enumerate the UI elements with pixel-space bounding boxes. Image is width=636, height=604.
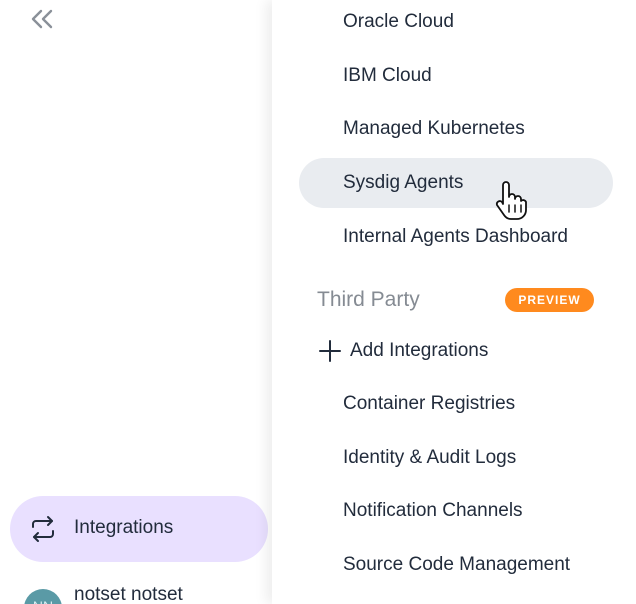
- section-title-third-party: Third Party: [317, 288, 420, 311]
- add-integrations-label: Add Integrations: [350, 340, 489, 361]
- preview-badge: PREVIEW: [505, 288, 594, 312]
- nav-item-integrations[interactable]: Integrations: [10, 496, 268, 562]
- menu-item-internal-agents-dashboard[interactable]: Internal Agents Dashboard: [343, 226, 568, 248]
- menu-item-oracle-cloud[interactable]: Oracle Cloud: [343, 11, 454, 33]
- add-integrations-button[interactable]: Add Integrations: [318, 338, 488, 364]
- double-chevron-left-icon: [31, 9, 53, 29]
- menu-item-sysdig-agents[interactable]: Sysdig Agents: [343, 172, 463, 194]
- menu-item-identity-audit-logs[interactable]: Identity & Audit Logs: [343, 447, 516, 469]
- menu-item-notification-channels[interactable]: Notification Channels: [343, 500, 523, 522]
- user-name: notset notset: [74, 584, 183, 604]
- menu-item-managed-kubernetes[interactable]: Managed Kubernetes: [343, 118, 525, 140]
- navigation-root: Integrations NN notset notset Oracle Clo…: [0, 0, 636, 604]
- collapse-sidebar-button[interactable]: [26, 6, 58, 34]
- user-profile[interactable]: NN notset notset: [0, 576, 272, 604]
- menu-item-source-code-management[interactable]: Source Code Management: [343, 554, 570, 576]
- integrations-swap-icon: [32, 516, 54, 542]
- avatar: NN: [24, 589, 62, 604]
- nav-item-integrations-label: Integrations: [74, 517, 174, 538]
- menu-item-container-registries[interactable]: Container Registries: [343, 393, 515, 415]
- plus-icon: [319, 340, 341, 362]
- menu-item-ibm-cloud[interactable]: IBM Cloud: [343, 65, 432, 87]
- left-nav-rail: Integrations NN notset notset: [0, 0, 272, 604]
